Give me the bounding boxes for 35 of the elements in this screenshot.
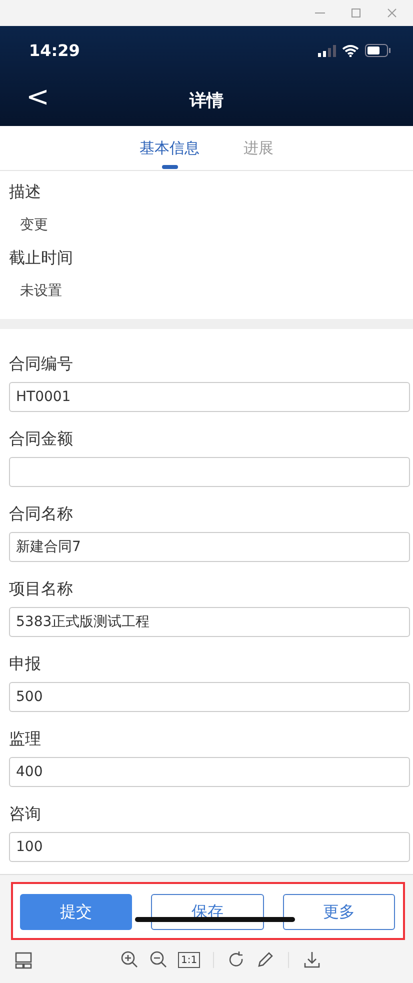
layout-icon[interactable] <box>14 950 34 970</box>
page-title: 详情 <box>190 90 224 112</box>
field-label: 监理 <box>9 728 42 750</box>
download-icon[interactable] <box>302 950 322 970</box>
input-field[interactable]: 新建合同7 <box>9 532 410 562</box>
battery-icon <box>365 44 391 57</box>
input-field[interactable]: 500 <box>9 682 410 712</box>
pencil-icon[interactable] <box>255 950 276 970</box>
input-field[interactable]: 400 <box>9 757 410 787</box>
action-button[interactable]: 更多 <box>282 894 395 930</box>
field-label: 描述 <box>9 180 42 202</box>
maximize-icon[interactable] <box>349 6 363 20</box>
tab[interactable]: 基本信息 <box>140 126 200 170</box>
action-button[interactable]: 提交 <box>20 894 132 930</box>
field-label: 合同金额 <box>9 428 74 450</box>
field-value: 变更 <box>19 216 49 235</box>
wifi-icon <box>342 44 359 56</box>
zoom-out-icon[interactable] <box>149 950 169 970</box>
actual-size-button[interactable]: 1:1 <box>178 952 200 968</box>
field-label: 申报 <box>9 652 42 674</box>
field-label: 咨询 <box>9 802 42 824</box>
input-field[interactable]: 100 <box>9 832 410 862</box>
field-label: 截止时间 <box>9 246 74 268</box>
input-field[interactable]: HT0001 <box>9 382 410 412</box>
input-field[interactable]: 5383正式版测试工程 <box>9 607 410 637</box>
zoom-in-icon[interactable] <box>120 950 140 970</box>
field-label: 合同名称 <box>9 502 74 524</box>
back-button[interactable]: < <box>22 83 54 111</box>
signal-icon <box>318 44 336 56</box>
field-label: 项目名称 <box>9 578 74 600</box>
field-value: 未设置 <box>19 282 63 301</box>
close-icon[interactable] <box>385 6 399 20</box>
input-field[interactable] <box>9 457 410 487</box>
field-label: 合同编号 <box>9 352 74 374</box>
status-time: 14:29 <box>29 41 80 60</box>
